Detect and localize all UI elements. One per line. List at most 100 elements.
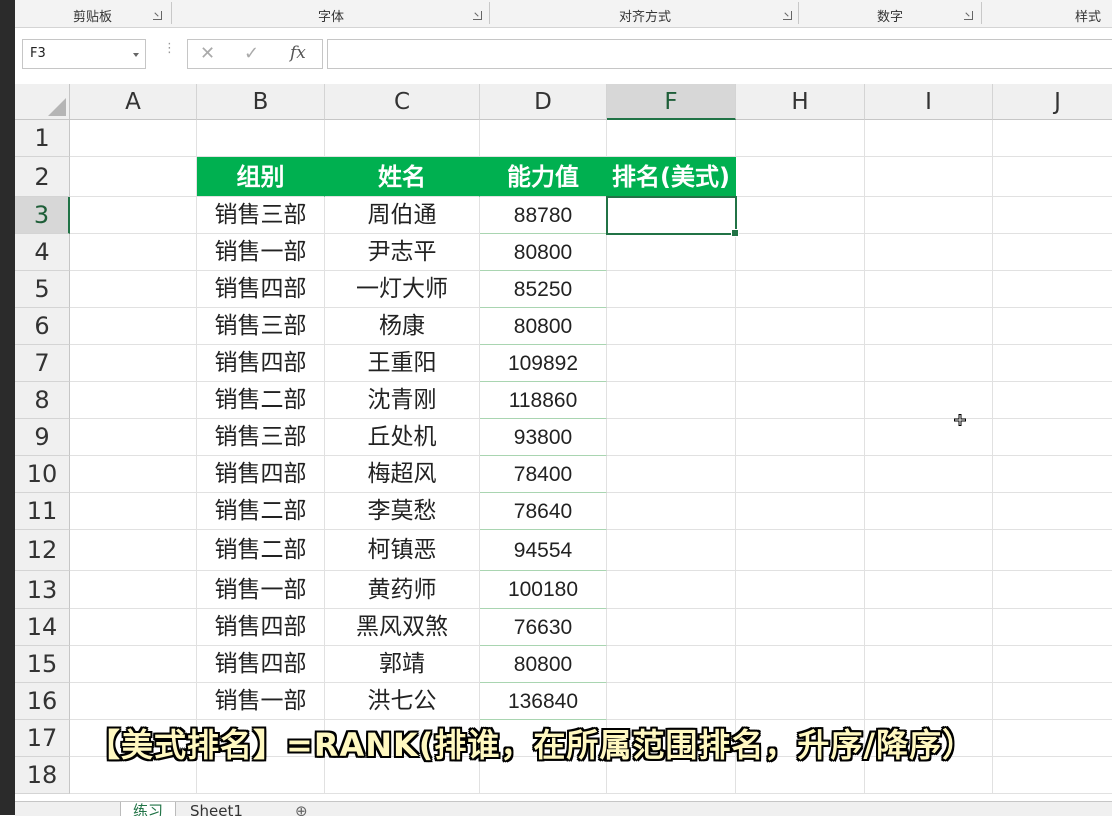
column-header-c[interactable]: C <box>325 84 480 120</box>
ability-value-cell[interactable]: 80800 <box>480 308 607 345</box>
rank-cell[interactable] <box>607 382 736 419</box>
ribbon-group-clipboard[interactable]: 剪贴板 <box>15 0 170 27</box>
cell-j12[interactable] <box>993 530 1112 571</box>
cell-a6[interactable] <box>70 308 197 345</box>
ability-value-cell[interactable]: 78400 <box>480 456 607 493</box>
cell-i8[interactable] <box>865 382 993 419</box>
name-cell[interactable]: 郭靖 <box>325 646 480 683</box>
row-header-12[interactable]: 12 <box>15 530 70 571</box>
rank-cell[interactable] <box>607 646 736 683</box>
dialog-launcher-icon[interactable] <box>473 11 482 20</box>
ribbon-group-number[interactable]: 数字 <box>799 0 981 27</box>
cell-h7[interactable] <box>736 345 865 382</box>
cell-j1[interactable] <box>993 120 1112 157</box>
column-header-d[interactable]: D <box>480 84 607 120</box>
group-cell[interactable]: 销售一部 <box>197 571 325 609</box>
name-cell[interactable]: 李莫愁 <box>325 493 480 530</box>
cell-h16[interactable] <box>736 683 865 720</box>
cell-j7[interactable] <box>993 345 1112 382</box>
name-cell[interactable]: 柯镇恶 <box>325 530 480 571</box>
ribbon-group-styles[interactable]: 样式 <box>1075 0 1112 27</box>
cell-a12[interactable] <box>70 530 197 571</box>
cell-i15[interactable] <box>865 646 993 683</box>
row-header-18[interactable]: 18 <box>15 757 70 794</box>
spreadsheet-grid[interactable]: ABCDFHIJ 1 2 3 4 5 6 7 8 9 10 11 12 13 14 15 16 17 18 组别姓… <box>15 84 1112 801</box>
cell-j13[interactable] <box>993 571 1112 609</box>
name-cell[interactable]: 王重阳 <box>325 345 480 382</box>
cell-i14[interactable] <box>865 609 993 646</box>
name-box[interactable]: F3 <box>22 39 146 69</box>
cell-i4[interactable] <box>865 234 993 271</box>
column-header-b[interactable]: B <box>197 84 325 120</box>
name-cell[interactable]: 周伯通 <box>325 197 480 234</box>
cancel-icon[interactable]: ✕ <box>200 43 215 64</box>
cell-d1[interactable] <box>480 120 607 157</box>
cell-j2[interactable] <box>993 157 1112 197</box>
cell-j8[interactable] <box>993 382 1112 419</box>
dialog-launcher-icon[interactable] <box>153 11 162 20</box>
cell-a3[interactable] <box>70 197 197 234</box>
cell-h12[interactable] <box>736 530 865 571</box>
cell-i2[interactable] <box>865 157 993 197</box>
cell-j5[interactable] <box>993 271 1112 308</box>
cell-a7[interactable] <box>70 345 197 382</box>
row-header-3[interactable]: 3 <box>15 197 70 234</box>
name-cell[interactable]: 梅超风 <box>325 456 480 493</box>
row-header-2[interactable]: 2 <box>15 157 70 197</box>
cell-j16[interactable] <box>993 683 1112 720</box>
cell-h10[interactable] <box>736 456 865 493</box>
fill-handle[interactable] <box>731 229 739 237</box>
rank-cell[interactable] <box>607 456 736 493</box>
cell-h2[interactable] <box>736 157 865 197</box>
select-all-button[interactable] <box>15 84 70 120</box>
cell-i1[interactable] <box>865 120 993 157</box>
cell-j10[interactable] <box>993 456 1112 493</box>
cell-j18[interactable] <box>993 757 1112 794</box>
name-cell[interactable]: 杨康 <box>325 308 480 345</box>
cell-i12[interactable] <box>865 530 993 571</box>
row-header-4[interactable]: 4 <box>15 234 70 271</box>
rank-cell[interactable] <box>607 571 736 609</box>
cell-a11[interactable] <box>70 493 197 530</box>
table-header-cell[interactable]: 能力值 <box>480 157 607 197</box>
cell-j9[interactable] <box>993 419 1112 456</box>
dialog-launcher-icon[interactable] <box>783 11 792 20</box>
group-cell[interactable]: 销售四部 <box>197 646 325 683</box>
row-header-7[interactable]: 7 <box>15 345 70 382</box>
name-cell[interactable]: 一灯大师 <box>325 271 480 308</box>
group-cell[interactable]: 销售二部 <box>197 530 325 571</box>
ability-value-cell[interactable]: 136840 <box>480 683 607 720</box>
cell-h6[interactable] <box>736 308 865 345</box>
rank-cell[interactable] <box>607 683 736 720</box>
cell-h3[interactable] <box>736 197 865 234</box>
cell-a16[interactable] <box>70 683 197 720</box>
rank-cell[interactable] <box>607 345 736 382</box>
group-cell[interactable]: 销售三部 <box>197 197 325 234</box>
ability-value-cell[interactable]: 94554 <box>480 530 607 571</box>
row-header-10[interactable]: 10 <box>15 456 70 493</box>
table-header-cell[interactable]: 排名(美式) <box>607 157 736 197</box>
cell-i13[interactable] <box>865 571 993 609</box>
row-header-9[interactable]: 9 <box>15 419 70 456</box>
ability-value-cell[interactable]: 100180 <box>480 571 607 609</box>
name-cell[interactable]: 黑风双煞 <box>325 609 480 646</box>
cell-j6[interactable] <box>993 308 1112 345</box>
cell-a15[interactable] <box>70 646 197 683</box>
cell-h1[interactable] <box>736 120 865 157</box>
ribbon-group-font[interactable]: 字体 <box>172 0 490 27</box>
rank-cell[interactable] <box>607 530 736 571</box>
cell-h14[interactable] <box>736 609 865 646</box>
column-header-j[interactable]: J <box>993 84 1112 120</box>
ability-value-cell[interactable]: 78640 <box>480 493 607 530</box>
row-header-13[interactable]: 13 <box>15 571 70 609</box>
group-cell[interactable]: 销售三部 <box>197 419 325 456</box>
column-header-f[interactable]: F <box>607 84 736 120</box>
cell-a2[interactable] <box>70 157 197 197</box>
chevron-down-icon[interactable] <box>133 53 139 57</box>
row-header-15[interactable]: 15 <box>15 646 70 683</box>
table-header-cell[interactable]: 姓名 <box>325 157 480 197</box>
cell-a14[interactable] <box>70 609 197 646</box>
cell-j3[interactable] <box>993 197 1112 234</box>
ability-value-cell[interactable]: 76630 <box>480 609 607 646</box>
column-header-h[interactable]: H <box>736 84 865 120</box>
